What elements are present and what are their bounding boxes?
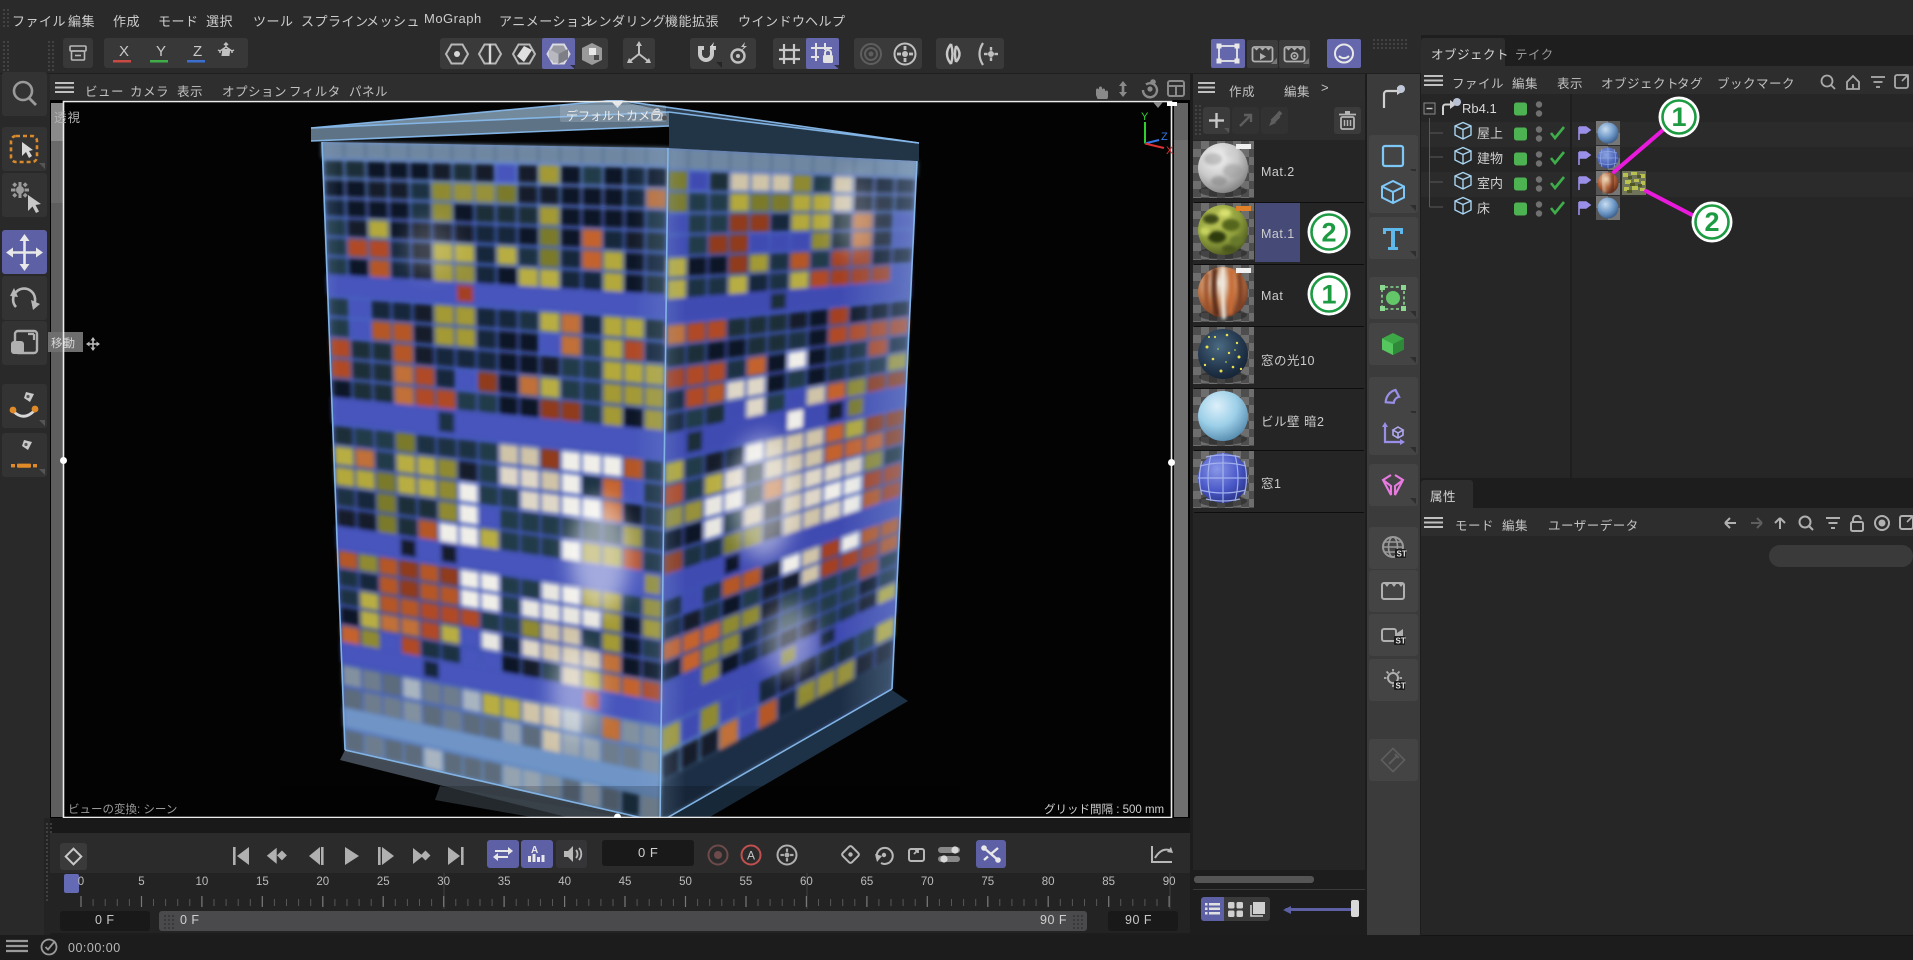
svg-text:1: 1 (1321, 280, 1336, 310)
svg-text:2: 2 (1704, 207, 1719, 237)
svg-text:1: 1 (1671, 102, 1686, 132)
svg-text:2: 2 (1321, 218, 1336, 248)
